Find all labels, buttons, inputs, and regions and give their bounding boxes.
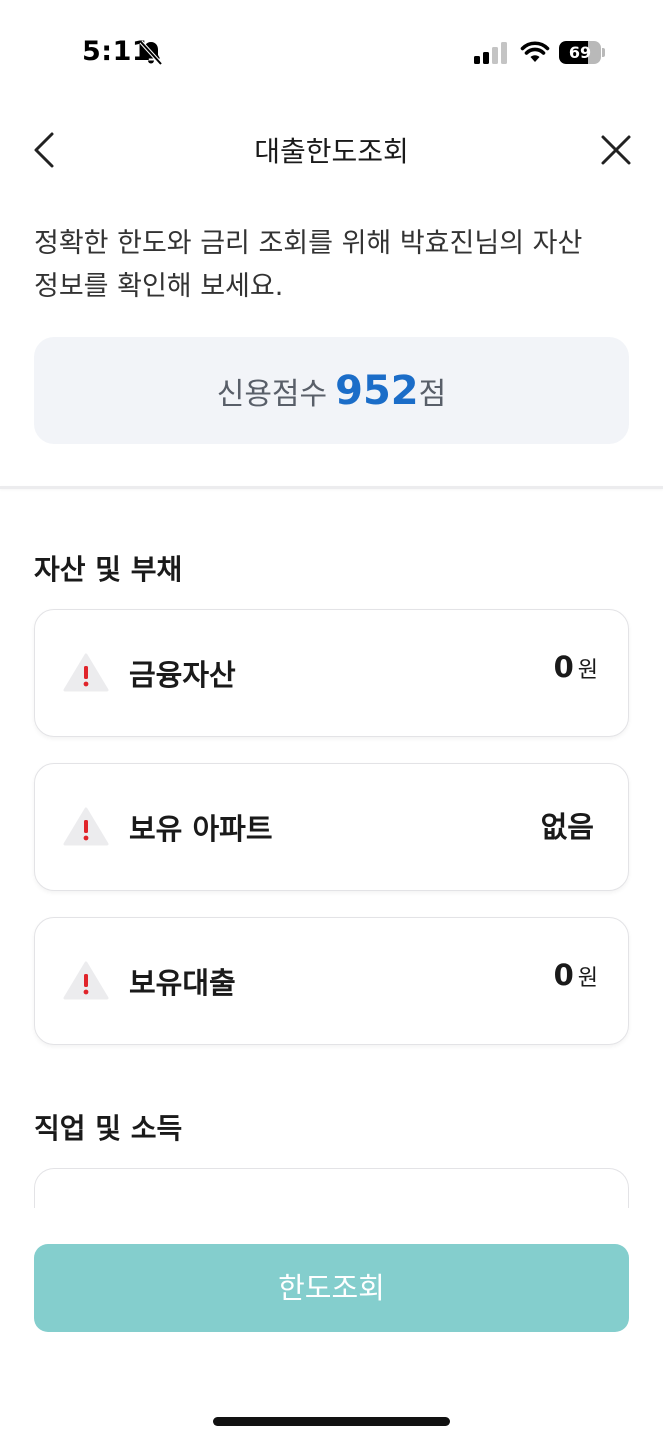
asset-item-amount: 없음 [540,810,594,844]
asset-item-label: 보유대출 [129,966,236,1000]
asset-item-amount: 0 [553,958,574,992]
asset-item-value: 0원 [554,958,598,992]
home-indicator [213,1417,450,1426]
asset-item-label: 보유 아파트 [129,812,273,846]
credit-score-unit: 점 [418,376,447,412]
battery-tip [602,48,605,57]
asset-item-value: 0원 [554,650,598,684]
assets-section-title: 자산 및 부채 [34,553,183,586]
screen: 5:11 69 대출한도조회 정확한 한도와 금리 조회를 위해 박효진님의 자… [0,0,663,1440]
asset-item-label: 금융자산 [129,658,236,692]
warning-icon [63,807,109,846]
credit-score-value: 952 [335,367,419,414]
job-section-title: 직업 및 소득 [34,1112,183,1145]
asset-item-amount: 0 [553,650,574,684]
asset-item-value: 없음 [541,804,598,846]
status-bar: 5:11 69 [0,0,663,100]
credit-score-label: 신용점수 [216,376,328,412]
intro-line-1: 정확한 한도와 금리 조회를 위해 박효진님의 자산 [34,228,583,259]
close-icon[interactable] [594,128,638,172]
nav-bar: 대출한도조회 [0,110,663,190]
battery-icon: 69 [559,41,601,64]
battery-level: 69 [568,43,592,62]
asset-item-unit: 원 [577,966,598,991]
wifi-icon [520,41,550,62]
asset-item-apartment[interactable]: 보유 아파트 없음 [34,763,629,891]
page-title: 대출한도조회 [254,135,409,168]
intro-line-2: 정보를 확인해 보세요. [34,271,284,302]
warning-icon [63,961,109,1000]
warning-icon [63,653,109,692]
asset-item-financial[interactable]: 금융자산 0원 [34,609,629,737]
signal-icon [474,42,507,64]
credit-score-card: 신용점수 952 점 [34,337,629,444]
asset-item-unit: 원 [577,658,598,683]
limit-inquiry-button[interactable]: 한도조회 [34,1244,629,1332]
section-divider [0,486,663,489]
bell-off-icon [139,40,163,66]
intro-text: 정확한 한도와 금리 조회를 위해 박효진님의 자산 정보를 확인해 보세요. [34,222,634,308]
asset-item-loan[interactable]: 보유대출 0원 [34,917,629,1045]
